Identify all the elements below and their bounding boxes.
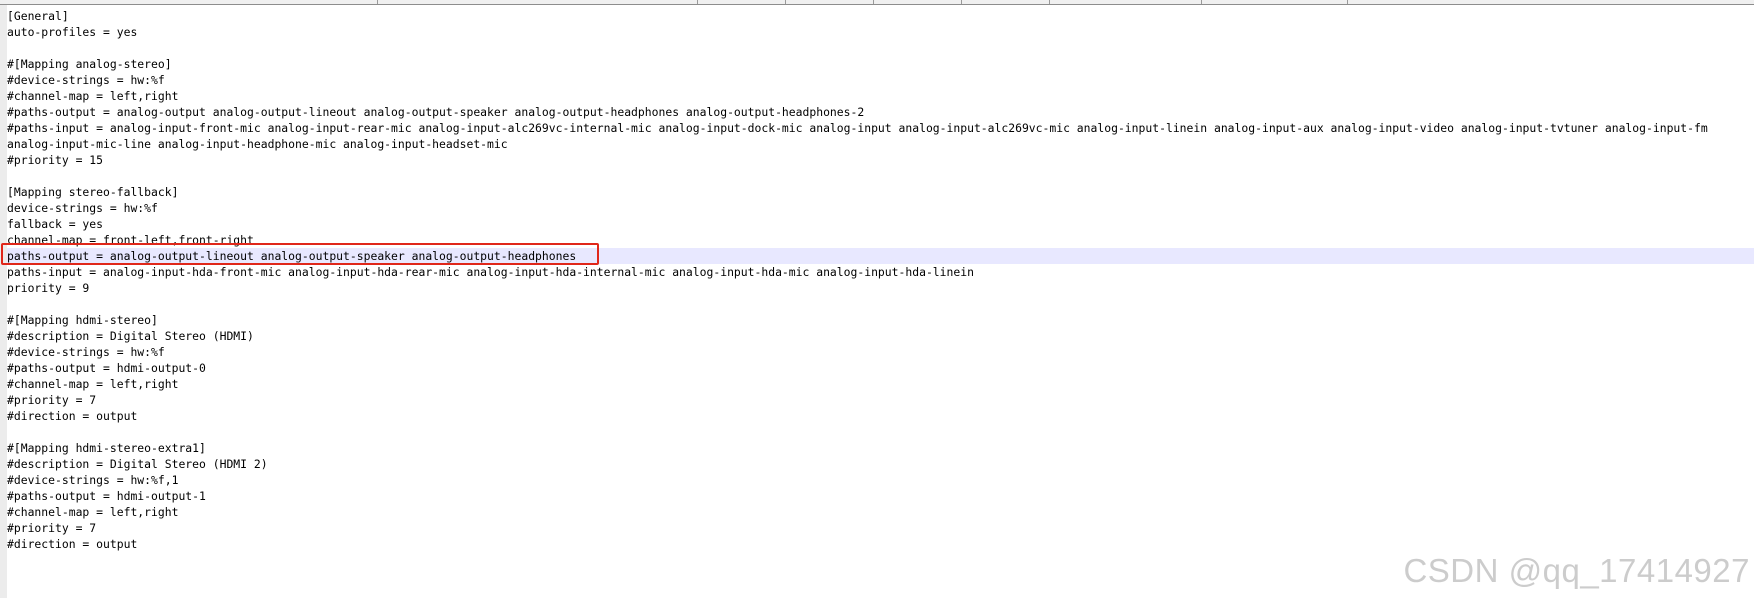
editor-line[interactable]: #description = Digital Stereo (HDMI 2): [7, 456, 1754, 472]
editor-line[interactable]: [Mapping stereo-fallback]: [7, 184, 1754, 200]
editor-line[interactable]: [7, 424, 1754, 440]
editor-gutter: [0, 5, 7, 598]
editor-line[interactable]: [General]: [7, 8, 1754, 24]
editor-line[interactable]: [7, 296, 1754, 312]
tab-separator: [1049, 0, 1050, 4]
editor-line[interactable]: #channel-map = left,right: [7, 376, 1754, 392]
editor-line[interactable]: #paths-output = analog-output analog-out…: [7, 104, 1754, 120]
editor-line[interactable]: priority = 9: [7, 280, 1754, 296]
editor-line[interactable]: #direction = output: [7, 408, 1754, 424]
editor-line-current[interactable]: paths-output = analog-output-lineout ana…: [7, 248, 1754, 264]
editor-line[interactable]: #priority = 7: [7, 392, 1754, 408]
editor-line[interactable]: #device-strings = hw:%f: [7, 344, 1754, 360]
tab-separator: [961, 0, 962, 4]
editor-line[interactable]: #[Mapping analog-stereo]: [7, 56, 1754, 72]
editor-line[interactable]: #device-strings = hw:%f: [7, 72, 1754, 88]
editor-line[interactable]: #description = Digital Stereo (HDMI): [7, 328, 1754, 344]
tab-separator: [1347, 0, 1348, 4]
editor-line[interactable]: analog-input-mic-line analog-input-headp…: [7, 136, 1754, 152]
editor-lines: [General] auto-profiles = yes #[Mapping an…: [7, 8, 1754, 552]
editor-line[interactable]: #device-strings = hw:%f,1: [7, 472, 1754, 488]
watermark: CSDN @qq_17414927: [1403, 552, 1750, 589]
editor-line[interactable]: #priority = 15: [7, 152, 1754, 168]
text-editor[interactable]: [General] auto-profiles = yes #[Mapping an…: [7, 5, 1754, 598]
editor-line[interactable]: #direction = output: [7, 536, 1754, 552]
tab-separator: [1201, 0, 1202, 4]
tab-separator: [873, 0, 874, 4]
editor-line[interactable]: #paths-input = analog-input-front-mic an…: [7, 120, 1754, 136]
tab-separator: [377, 0, 378, 4]
editor-line[interactable]: fallback = yes: [7, 216, 1754, 232]
editor-line[interactable]: paths-input = analog-input-hda-front-mic…: [7, 264, 1754, 280]
editor-line[interactable]: #[Mapping hdmi-stereo-extra1]: [7, 440, 1754, 456]
editor-line[interactable]: [7, 168, 1754, 184]
editor-line[interactable]: auto-profiles = yes: [7, 24, 1754, 40]
editor-line[interactable]: #channel-map = left,right: [7, 88, 1754, 104]
editor-window: [General] auto-profiles = yes #[Mapping an…: [0, 0, 1754, 598]
editor-line[interactable]: #paths-output = hdmi-output-1: [7, 488, 1754, 504]
editor-line[interactable]: #priority = 7: [7, 520, 1754, 536]
editor-line[interactable]: #channel-map = left,right: [7, 504, 1754, 520]
tab-separator: [697, 0, 698, 4]
editor-line[interactable]: #paths-output = hdmi-output-0: [7, 360, 1754, 376]
editor-line[interactable]: channel-map = front-left,front-right: [7, 232, 1754, 248]
editor-line[interactable]: [7, 40, 1754, 56]
editor-line[interactable]: device-strings = hw:%f: [7, 200, 1754, 216]
editor-line[interactable]: #[Mapping hdmi-stereo]: [7, 312, 1754, 328]
tab-separator: [785, 0, 786, 4]
